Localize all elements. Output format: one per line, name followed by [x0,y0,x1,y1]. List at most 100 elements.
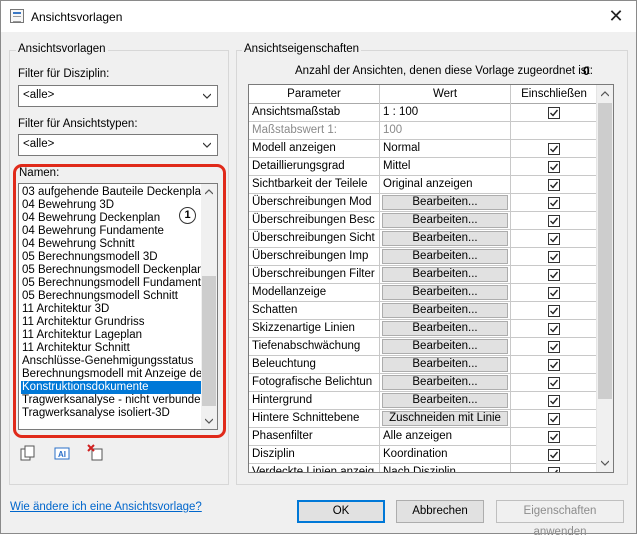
names-list-item[interactable]: 04 Bewehrung Fundamente [21,225,201,238]
edit-button[interactable]: Bearbeiten... [382,357,508,372]
callout-badge: 1 [179,207,196,224]
svg-text:AI: AI [58,450,66,459]
edit-button[interactable]: Bearbeiten... [382,339,508,354]
include-checkbox[interactable] [548,449,560,461]
include-checkbox[interactable] [548,179,560,191]
include-checkbox[interactable] [548,467,560,472]
names-list-item[interactable]: Anschlüsse-Genehmigungsstatus [21,355,201,368]
property-value-cell[interactable]: Koordination [380,446,511,464]
grid-scrollbar[interactable] [596,85,613,472]
include-checkbox[interactable] [548,377,560,389]
check-icon [550,181,559,189]
include-checkbox[interactable] [548,323,560,335]
names-list-item[interactable]: 11 Architektur 3D [21,303,201,316]
edit-button[interactable]: Zuschneiden mit Linie [382,411,508,426]
property-value-cell[interactable]: Original anzeigen [380,176,511,194]
include-checkbox[interactable] [548,233,560,245]
duplicate-icon[interactable] [19,444,37,462]
include-cell [511,248,598,266]
delete-icon[interactable] [87,444,105,462]
names-list-item[interactable]: 05 Berechnungsmodell Deckenplan [21,264,201,277]
property-value-cell[interactable]: 100 [380,122,511,140]
edit-button[interactable]: Bearbeiten... [382,393,508,408]
names-list-item[interactable]: 04 Bewehrung 3D [21,199,201,212]
edit-button[interactable]: Bearbeiten... [382,375,508,390]
include-cell [511,284,598,302]
include-checkbox[interactable] [548,341,560,353]
names-list-item[interactable]: Berechnungsmodell mit Anzeige des lo [21,368,201,381]
discipline-filter-select[interactable]: <alle> [18,85,218,107]
include-cell [511,230,598,248]
include-checkbox[interactable] [548,287,560,299]
edit-button[interactable]: Bearbeiten... [382,231,508,246]
ok-button[interactable]: OK [297,500,385,523]
property-row: Überschreibungen Sicht Bearbeiten... [249,230,598,248]
edit-button[interactable]: Bearbeiten... [382,195,508,210]
include-checkbox[interactable] [548,395,560,407]
grid-header: Parameter Wert Einschließen [249,85,598,104]
property-value-cell[interactable]: Normal [380,140,511,158]
names-list-item[interactable]: 11 Architektur Grundriss [21,316,201,329]
scroll-up-icon[interactable] [205,188,213,196]
viewtype-filter-select[interactable]: <alle> [18,134,218,156]
scroll-down-icon[interactable] [205,417,213,425]
include-checkbox[interactable] [548,107,560,119]
include-cell [511,212,598,230]
include-cell [511,158,598,176]
edit-button[interactable]: Bearbeiten... [382,213,508,228]
names-list-item[interactable]: 05 Berechnungsmodell 3D [21,251,201,264]
names-list-item[interactable]: 05 Berechnungsmodell Fundamente [21,277,201,290]
include-checkbox[interactable] [548,431,560,443]
include-checkbox[interactable] [548,251,560,263]
scroll-up-icon[interactable] [601,90,609,98]
property-name: Überschreibungen Sicht [249,230,380,248]
close-icon[interactable]: ✕ [604,5,628,27]
header-parameter[interactable]: Parameter [249,85,380,104]
edit-button[interactable]: Bearbeiten... [382,249,508,264]
include-checkbox[interactable] [548,143,560,155]
grid-scroll-thumb[interactable] [598,103,612,399]
scroll-down-icon[interactable] [601,459,609,467]
include-checkbox[interactable] [548,413,560,425]
check-icon [550,343,559,351]
names-label: Namen: [19,167,60,179]
apply-properties-button[interactable]: Eigenschaften anwenden [496,500,624,538]
names-scrollbar[interactable] [201,184,217,429]
property-row: Modellanzeige Bearbeiten... [249,284,598,302]
header-value[interactable]: Wert [380,85,511,104]
edit-button[interactable]: Bearbeiten... [382,321,508,336]
edit-button[interactable]: Bearbeiten... [382,267,508,282]
edit-button[interactable]: Bearbeiten... [382,285,508,300]
include-checkbox[interactable] [548,215,560,227]
names-list-item[interactable]: Tragwerksanalyse - nicht verbundene [21,394,201,407]
names-list-item[interactable]: 05 Berechnungsmodell Schnitt [21,290,201,303]
property-value-cell: Zuschneiden mit Linie [380,410,511,428]
include-checkbox[interactable] [548,269,560,281]
names-list-item[interactable]: 04 Bewehrung Deckenplan [21,212,201,225]
rename-icon[interactable]: AI [53,444,71,462]
include-cell [511,302,598,320]
include-checkbox[interactable] [548,161,560,173]
property-value-cell[interactable]: Alle anzeigen [380,428,511,446]
property-value-cell[interactable]: Nach Disziplin [380,464,511,472]
property-name: Detaillierungsgrad [249,158,380,176]
property-value-cell[interactable]: Mittel [380,158,511,176]
include-checkbox[interactable] [548,197,560,209]
edit-button[interactable]: Bearbeiten... [382,303,508,318]
property-name: Überschreibungen Mod [249,194,380,212]
help-link[interactable]: Wie ändere ich eine Ansichtsvorlage? [10,501,202,513]
include-checkbox[interactable] [548,305,560,317]
names-scroll-thumb[interactable] [202,276,216,406]
include-cell [511,392,598,410]
names-list-item[interactable]: Tragwerksanalyse isoliert-3D [21,407,201,420]
viewtype-filter-label: Filter für Ansichtstypen: [18,118,138,130]
property-value-cell[interactable]: 1 : 100 [380,104,511,122]
header-include[interactable]: Einschließen [511,85,598,104]
names-list-item[interactable]: 04 Bewehrung Schnitt [21,238,201,251]
names-list-item[interactable]: 11 Architektur Lageplan [21,329,201,342]
names-list-item[interactable]: Konstruktionsdokumente [21,381,201,394]
include-checkbox[interactable] [548,359,560,371]
names-list-item[interactable]: 03 aufgehende Bauteile Deckenplan [21,186,201,199]
cancel-button[interactable]: Abbrechen [396,500,484,523]
names-list-item[interactable]: 11 Architektur Schnitt [21,342,201,355]
